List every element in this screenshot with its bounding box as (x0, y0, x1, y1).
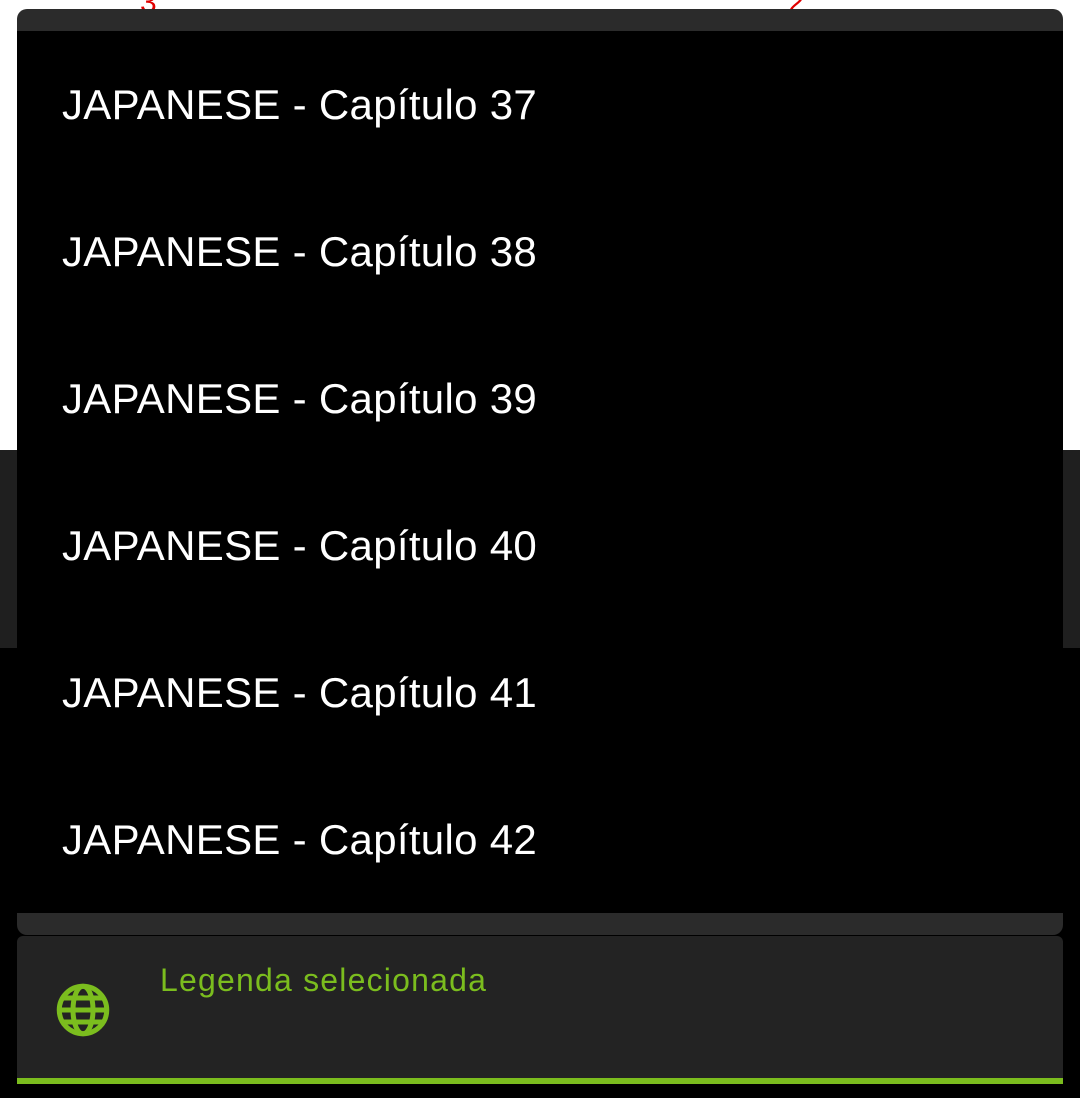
subtitle-option[interactable]: JAPANESE - Capítulo 42 (17, 766, 1063, 913)
selected-subtitle-field[interactable]: Legenda selecionada (17, 936, 1063, 1084)
subtitle-option-label: JAPANESE - Capítulo 39 (62, 374, 538, 422)
subtitle-option-label: JAPANESE - Capítulo 38 (62, 227, 538, 275)
globe-icon (56, 983, 110, 1037)
subtitle-option[interactable]: JAPANESE - Capítulo 39 (17, 325, 1063, 472)
subtitle-option-label: JAPANESE - Capítulo 40 (62, 521, 538, 569)
subtitle-option[interactable]: JAPANESE - Capítulo 40 (17, 472, 1063, 619)
subtitle-options-list[interactable]: JAPANESE - Capítulo 37 JAPANESE - Capítu… (17, 31, 1063, 913)
subtitle-option-label: JAPANESE - Capítulo 42 (62, 815, 538, 863)
subtitle-option-label: JAPANESE - Capítulo 37 (62, 80, 538, 128)
subtitle-option[interactable]: JAPANESE - Capítulo 37 (17, 31, 1063, 178)
subtitle-dropdown-menu[interactable]: JAPANESE - Capítulo 37 JAPANESE - Capítu… (17, 9, 1063, 935)
subtitle-option-label: JAPANESE - Capítulo 41 (62, 668, 538, 716)
subtitle-option[interactable]: JAPANESE - Capítulo 38 (17, 178, 1063, 325)
selected-subtitle-label: Legenda selecionada (160, 962, 488, 998)
screen: 3 2 JAPANESE - Capítulo 37 JAPANESE - Ca… (0, 0, 1080, 1098)
subtitle-option[interactable]: JAPANESE - Capítulo 41 (17, 619, 1063, 766)
